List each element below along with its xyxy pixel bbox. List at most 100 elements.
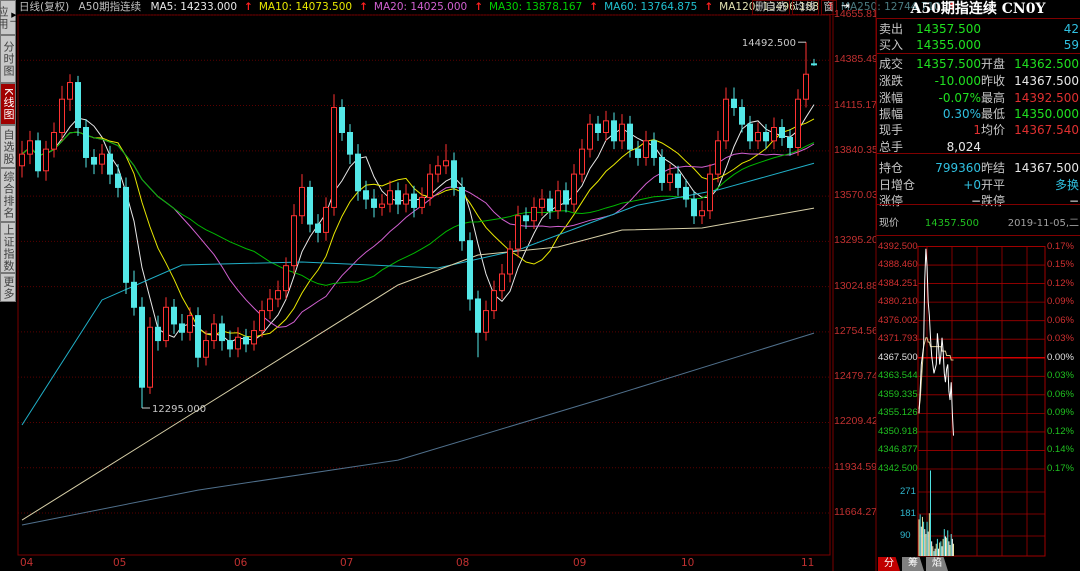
intraday-price-label: 4363.544 <box>878 370 918 382</box>
intraday-price-label: 4376.002 <box>878 314 918 326</box>
candle <box>163 297 169 348</box>
intraday-pct-label: 0.03% <box>1047 333 1074 345</box>
intraday-tabs: 分筹焰 <box>878 557 950 571</box>
month-tick-label: 08 <box>456 557 470 569</box>
quote-label: 持仓 <box>879 161 904 175</box>
candle <box>83 119 89 168</box>
intraday-pct-label: 0.12% <box>1047 425 1074 437</box>
candle <box>91 149 97 175</box>
quote-value: − <box>970 194 981 208</box>
candle <box>43 140 49 181</box>
current-price-row: 现价 14357.500 2019-11-05,二 <box>879 215 1079 232</box>
quote-row: 涨停 − 跌停 − <box>879 193 1079 210</box>
intraday-pct-label: 0.06% <box>1047 388 1074 400</box>
intraday-price-line <box>918 248 954 436</box>
candle <box>235 327 241 358</box>
candle <box>643 130 649 166</box>
candle <box>131 270 137 316</box>
intraday-tab-1[interactable]: 筹 <box>902 557 924 571</box>
intraday-price-label: 4346.877 <box>878 444 918 456</box>
month-tick-label: 04 <box>20 557 34 569</box>
current-price-value: 14357.500 <box>924 218 979 229</box>
candle <box>403 184 409 213</box>
intraday-pct-label: 0.09% <box>1047 407 1074 419</box>
quote-value: 14362.500 <box>1014 57 1079 71</box>
candle <box>619 114 625 150</box>
annotation-high: 14492.500 <box>742 38 796 49</box>
quote-label: 买入 <box>879 38 904 52</box>
candle <box>571 164 577 213</box>
candle <box>379 194 385 216</box>
candle <box>211 313 217 349</box>
candle <box>531 197 537 230</box>
candle <box>595 115 601 141</box>
candle <box>475 290 481 358</box>
quote-row: 成交 14357.500 开盘 14362.500 <box>879 56 1079 73</box>
quote-value: 多换 <box>1054 178 1079 192</box>
instrument-title: A50期指连续 CN0Y <box>910 1 1046 17</box>
candle <box>467 232 473 311</box>
price-tick-label: 12754.56 <box>834 324 876 337</box>
candle <box>483 300 489 341</box>
annotation-low: 12295.000 <box>152 404 206 415</box>
quote-label: 日增仓 <box>879 178 916 192</box>
candle <box>419 187 425 215</box>
candle <box>811 58 817 66</box>
candle <box>267 288 273 319</box>
quote-label: 最高 <box>981 91 1006 105</box>
quote-label: 开平 <box>981 178 1006 192</box>
candle <box>243 328 249 353</box>
candle <box>35 132 41 178</box>
quote-label: 最低 <box>981 107 1006 121</box>
candle <box>347 124 353 165</box>
candle <box>499 264 505 299</box>
candle <box>339 99 345 141</box>
intraday-pct-label: 0.14% <box>1047 444 1074 456</box>
candle <box>795 89 801 156</box>
candle <box>187 307 193 341</box>
candle <box>51 122 57 158</box>
candle <box>115 164 121 198</box>
quote-row: 日增仓 +0 开平 多换 <box>879 177 1079 194</box>
quote-value: 1 <box>973 123 981 137</box>
quote-value: 14350.000 <box>1014 107 1079 121</box>
intraday-price-label: 4359.335 <box>878 388 918 400</box>
candle <box>539 189 545 216</box>
candle <box>611 112 617 150</box>
quote-label: 现手 <box>879 123 904 137</box>
quote-row: 涨跌 -10.000 昨收 14367.500 <box>879 73 1079 90</box>
quote-date: 2019-11-05,二 <box>1007 218 1079 229</box>
price-tick-label: 11664.27 <box>834 506 876 518</box>
quote-value: 14357.500 <box>916 22 981 36</box>
quote-value: 14392.500 <box>1014 91 1079 105</box>
intraday-pct-label: 0.17% <box>1047 240 1074 252</box>
quote-value: 14367.500 <box>1014 74 1079 88</box>
candle <box>315 214 321 243</box>
price-tick-label: 14655.81 <box>834 8 876 20</box>
candle <box>227 330 233 358</box>
quote-label: 昨结 <box>981 161 1006 175</box>
candle <box>19 140 25 178</box>
intraday-price-label: 4388.460 <box>878 259 918 271</box>
quote-panel: 卖出 14357.500 42 买入 14355.000 59 成交 14357.500 开盘 1… <box>876 18 1080 230</box>
intraday-price-label: 4371.793 <box>878 333 918 345</box>
candle <box>715 130 721 183</box>
intraday-tab-0[interactable]: 分 <box>878 557 900 571</box>
intraday-pct-label: 0.12% <box>1047 277 1074 289</box>
candle <box>771 117 777 150</box>
candle <box>547 190 553 220</box>
quote-row: 振幅 0.30% 最低 14350.000 <box>879 106 1079 123</box>
candle <box>195 307 201 368</box>
candle <box>627 115 633 158</box>
quote-value: 14367.500 <box>1014 161 1079 175</box>
quote-label: 涨跌 <box>879 74 904 88</box>
quote-label: 均价 <box>981 123 1006 137</box>
quote-row: 卖出 14357.500 42 <box>879 21 1079 38</box>
intraday-price-label: 4355.126 <box>878 407 918 419</box>
candle <box>291 204 297 274</box>
candle <box>635 140 641 166</box>
price-tick-label: 12479.74 <box>834 370 876 383</box>
intraday-tab-2[interactable]: 焰 <box>926 557 948 571</box>
intraday-pct-label: 0.09% <box>1047 296 1074 308</box>
quote-value: 0.30% <box>942 107 981 121</box>
